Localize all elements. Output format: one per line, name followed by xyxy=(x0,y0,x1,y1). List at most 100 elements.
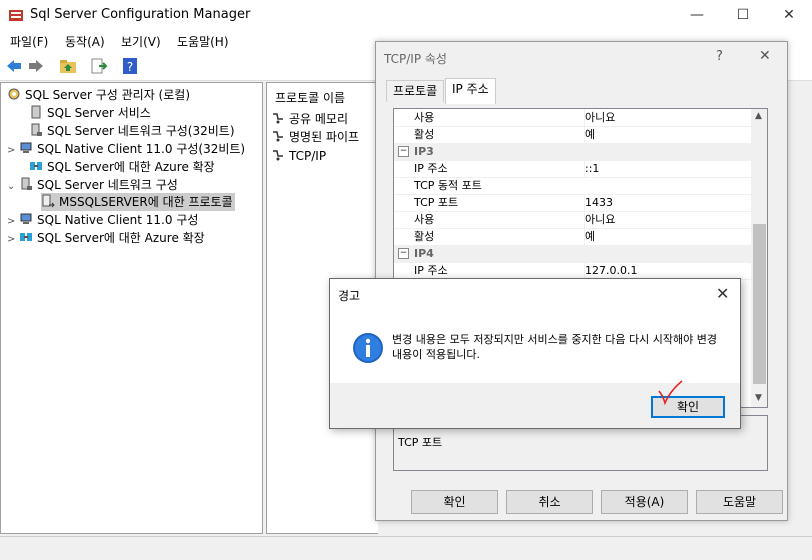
property-value[interactable]: 예 xyxy=(584,126,595,143)
tree-root-label: SQL Server 구성 관리자 (로컬) xyxy=(25,88,191,102)
property-key: 사용 xyxy=(414,213,435,226)
protocol-icon xyxy=(273,131,283,142)
property-row[interactable]: 사용 아니요 xyxy=(394,109,752,127)
protocol-icon xyxy=(273,150,283,161)
tree-item-mssqlserver-protocols[interactable]: MSSQLSERVER에 대한 프로토콜 xyxy=(41,193,235,211)
property-category-row[interactable]: − IP4 xyxy=(394,245,752,263)
property-row[interactable]: 사용 아니요 xyxy=(394,211,752,229)
tree-item-label: SQL Server에 대한 Azure 확장 xyxy=(47,160,215,174)
tree-item-label: SQL Native Client 11.0 구성 xyxy=(37,213,199,227)
property-row[interactable]: TCP 포트 1433 xyxy=(394,194,752,212)
info-icon xyxy=(353,333,383,363)
alert-title: 경고 xyxy=(338,289,361,303)
svg-text:?: ? xyxy=(127,60,133,74)
menu-help[interactable]: 도움말(H) xyxy=(177,33,229,50)
chevron-right-icon[interactable]: > xyxy=(7,231,19,249)
scroll-up-icon[interactable]: ▲ xyxy=(755,111,762,121)
tree-item-native-client-32[interactable]: > SQL Native Client 11.0 구성(32비트) xyxy=(7,140,245,158)
property-key: 활성 xyxy=(414,128,435,141)
tree-item-label: MSSQLSERVER에 대한 프로토콜 xyxy=(59,195,233,209)
apply-button[interactable]: 적용(A) xyxy=(601,490,688,514)
back-arrow-icon[interactable] xyxy=(5,57,23,75)
property-key: IP4 xyxy=(414,247,434,260)
help-question-button[interactable]: ? xyxy=(716,49,723,64)
tab-ip-address[interactable]: IP 주소 xyxy=(445,78,496,104)
tab-protocol[interactable]: 프로토콜 xyxy=(386,80,445,102)
tree-item-network-32[interactable]: SQL Server 네트워크 구성(32비트) xyxy=(17,122,235,140)
property-key: TCP 동적 포트 xyxy=(414,179,482,192)
scrollbar-thumb[interactable] xyxy=(753,224,766,384)
property-value[interactable]: 아니요 xyxy=(584,109,615,126)
property-value[interactable]: 예 xyxy=(584,228,595,245)
dialog-title: TCP/IP 속성 xyxy=(384,52,447,66)
forward-arrow-icon[interactable] xyxy=(27,57,45,75)
help-button[interactable]: 도움말 xyxy=(696,490,783,514)
list-item-shared-memory[interactable]: 공유 메모리 xyxy=(271,110,348,128)
list-item-tcpip[interactable]: TCP/IP xyxy=(271,147,326,165)
collapse-icon[interactable]: − xyxy=(398,248,409,259)
dialog-close-button[interactable]: ✕ xyxy=(759,48,771,64)
warning-dialog: 경고 ✕ 변경 내용은 모두 저장되지만 서비스를 중지한 다음 다시 시작해야… xyxy=(329,278,741,429)
cancel-button[interactable]: 취소 xyxy=(506,490,593,514)
tree-item-label: SQL Server에 대한 Azure 확장 xyxy=(37,231,205,245)
close-button[interactable]: ✕ xyxy=(766,0,812,30)
property-key: TCP 포트 xyxy=(414,196,459,209)
protocols-icon xyxy=(42,194,55,208)
tree-item-label: SQL Server 네트워크 구성 xyxy=(37,178,178,192)
network-config-icon xyxy=(31,123,42,136)
chevron-down-icon[interactable]: ⌄ xyxy=(7,178,19,196)
tree-item-network-config[interactable]: ⌄ SQL Server 네트워크 구성 xyxy=(7,176,178,194)
azure-extension-icon xyxy=(20,233,32,241)
config-manager-icon xyxy=(8,88,20,100)
up-folder-icon[interactable] xyxy=(59,57,77,75)
property-row[interactable]: IP 주소::1 xyxy=(394,160,752,178)
tree-item-azure-ext[interactable]: SQL Server에 대한 Azure 확장 xyxy=(17,158,215,176)
scroll-down-icon[interactable]: ▼ xyxy=(755,393,762,403)
ok-button[interactable]: 확인 xyxy=(411,490,498,514)
tree-item-label: SQL Server 서비스 xyxy=(47,106,151,120)
help-icon[interactable]: ? xyxy=(121,57,139,75)
list-item-named-pipes[interactable]: 명명된 파이프 xyxy=(271,128,359,146)
property-value[interactable]: 아니요 xyxy=(584,211,615,228)
property-row[interactable]: 활성 예 xyxy=(394,126,752,144)
menu-action[interactable]: 동작(A) xyxy=(65,33,105,50)
alert-close-button[interactable]: ✕ xyxy=(716,284,729,303)
property-key: IP 주소 xyxy=(414,162,448,175)
property-value[interactable]: 127.0.0.1 xyxy=(584,262,637,279)
server-icon xyxy=(31,105,41,119)
description-text: TCP 포트 xyxy=(398,436,443,449)
tree-root[interactable]: SQL Server 구성 관리자 (로컬) xyxy=(7,86,190,104)
property-value[interactable]: ::1 xyxy=(584,160,599,177)
export-list-icon[interactable] xyxy=(90,57,108,75)
protocol-icon xyxy=(273,113,283,124)
tree-item-sql-services[interactable]: SQL Server 서비스 xyxy=(17,104,151,122)
tree-item-label: SQL Native Client 11.0 구성(32비트) xyxy=(37,142,246,156)
tree-item-azure-ext-2[interactable]: > SQL Server에 대한 Azure 확장 xyxy=(7,229,205,247)
collapse-icon[interactable]: − xyxy=(398,146,409,157)
minimize-button[interactable]: — xyxy=(674,0,720,30)
status-bar xyxy=(0,536,812,560)
property-row[interactable]: TCP 동적 포트 xyxy=(394,177,752,195)
tree-item-native-client[interactable]: > SQL Native Client 11.0 구성 xyxy=(7,211,198,229)
menu-file[interactable]: 파일(F) xyxy=(10,33,48,50)
app-icon xyxy=(9,10,23,21)
property-key: IP3 xyxy=(414,145,434,158)
property-row[interactable]: 활성 예 xyxy=(394,228,752,246)
maximize-button[interactable]: ☐ xyxy=(720,0,766,30)
menu-view[interactable]: 보기(V) xyxy=(121,33,161,50)
property-key: 활성 xyxy=(414,230,435,243)
red-check-mark-icon xyxy=(658,380,683,406)
client-computer-icon xyxy=(20,213,32,224)
client-computer-icon xyxy=(20,142,32,153)
property-value[interactable]: 1433 xyxy=(584,194,613,211)
tree-item-label: SQL Server 네트워크 구성(32비트) xyxy=(47,124,235,138)
property-category-row[interactable]: − IP3 xyxy=(394,143,752,161)
column-header-protocol-name[interactable]: 프로토콜 이름 xyxy=(275,89,345,106)
azure-extension-icon xyxy=(30,162,42,170)
network-config-icon xyxy=(21,177,32,190)
alert-message: 변경 내용은 모두 저장되지만 서비스를 중지한 다음 다시 시작해야 변경 내… xyxy=(392,333,717,361)
window-title: Sql Server Configuration Manager xyxy=(30,7,251,22)
property-key: 사용 xyxy=(414,111,435,124)
property-key: IP 주소 xyxy=(414,264,448,277)
title-bar: Sql Server Configuration Manager — ☐ ✕ xyxy=(0,0,812,30)
